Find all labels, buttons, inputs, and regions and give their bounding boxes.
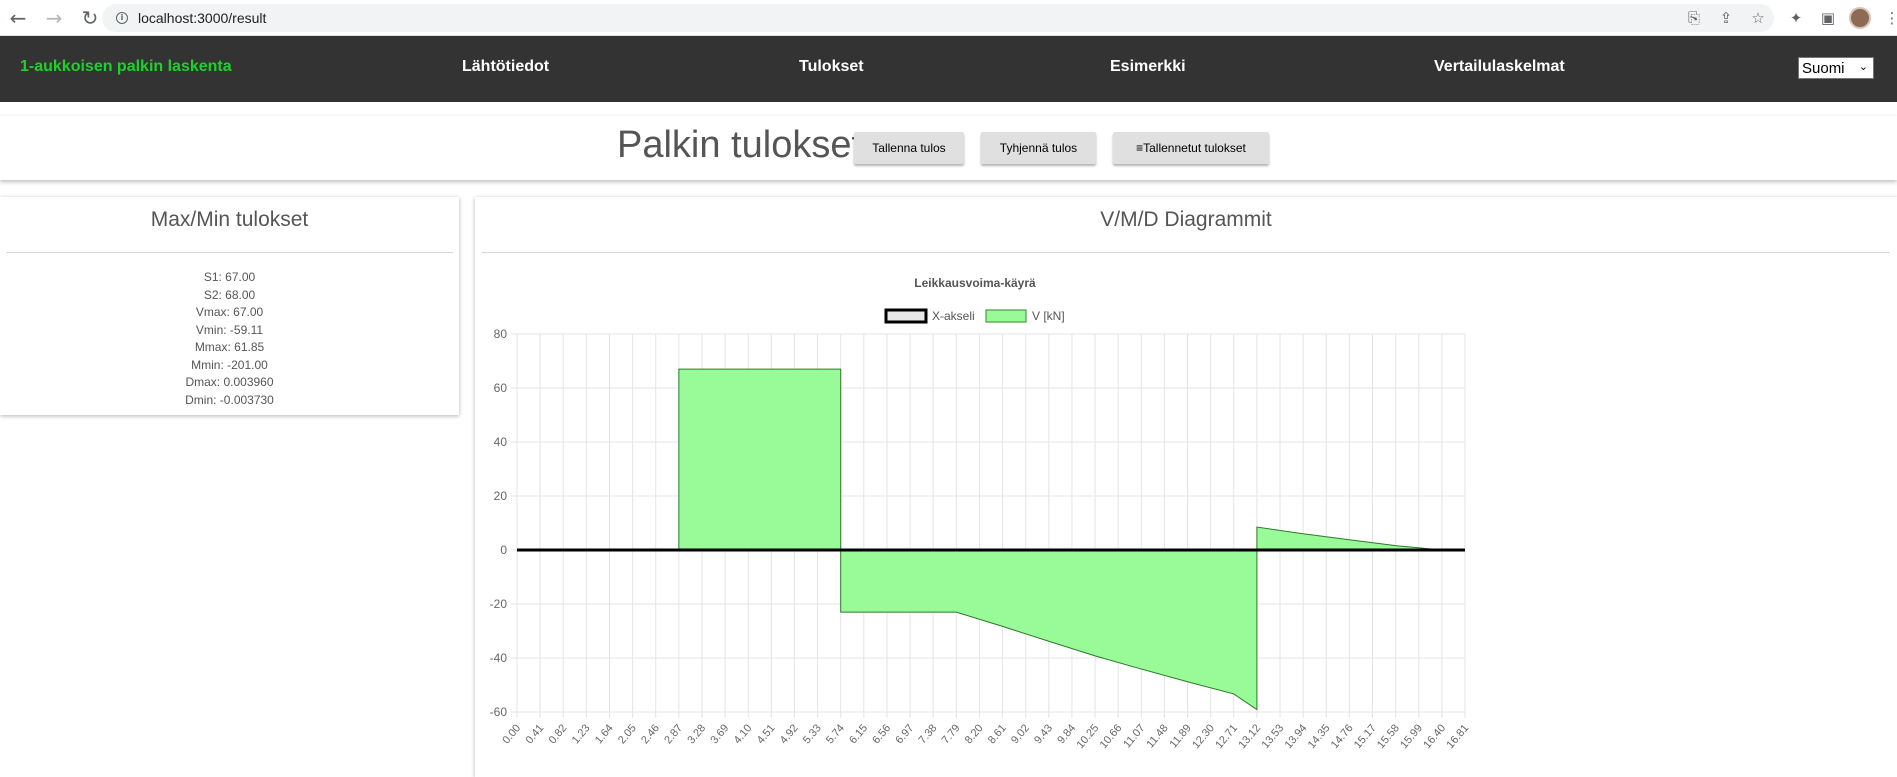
maxmin-card: Max/Min tulokset S1: 67.00 S2: 68.00 Vma…	[0, 197, 459, 415]
series-area-v	[517, 368, 1465, 711]
language-select[interactable]: Suomi ⌄	[1798, 57, 1874, 79]
clear-result-button[interactable]: Tyhjennä tulos	[981, 132, 1096, 164]
x-tick-label: 7.79	[940, 722, 963, 746]
x-tick-label: 0.82	[547, 722, 570, 746]
y-tick-label: 20	[494, 489, 508, 503]
y-tick-label: 60	[494, 381, 508, 395]
x-tick-label: 5.33	[801, 722, 824, 746]
x-tick-label: 11.07	[1121, 722, 1147, 750]
x-tick-label: 3.69	[708, 722, 731, 746]
y-tick-label: 40	[494, 435, 508, 449]
x-tick-label: 15.99	[1398, 722, 1425, 751]
page-title: Palkin tulokset	[617, 124, 863, 166]
x-tick-label: 6.56	[870, 722, 893, 746]
x-tick-label: 9.02	[1009, 722, 1032, 746]
x-tick-label: 2.46	[639, 722, 662, 746]
chevron-down-icon: ⌄	[1858, 60, 1868, 73]
browser-menu-icon[interactable]: ⋮	[1876, 9, 1897, 27]
result-dmax: Dmax: 0.003960	[185, 375, 274, 389]
result-vmin: Vmin: -59.11	[195, 322, 264, 337]
x-tick-label: 3.28	[685, 722, 708, 746]
x-tick-label: 14.76	[1329, 722, 1356, 751]
x-tick-label: 1.23	[570, 722, 593, 746]
x-tick-label: 11.48	[1144, 722, 1170, 750]
x-tick-label: 1.64	[593, 722, 616, 746]
legend-swatch-x-axis	[884, 308, 928, 324]
x-tick-label: 2.87	[662, 722, 685, 746]
x-tick-label: 9.43	[1032, 722, 1055, 746]
x-tick-label: 8.20	[963, 722, 986, 746]
y-tick-label: -60	[490, 705, 508, 719]
url-text[interactable]: localhost:3000/result	[138, 10, 266, 26]
x-tick-label: 10.66	[1098, 722, 1125, 751]
x-tick-label: 15.17	[1352, 722, 1379, 751]
save-result-button[interactable]: Tallenna tulos	[854, 132, 964, 164]
x-tick-label: 0.00	[500, 722, 523, 746]
maxmin-title: Max/Min tulokset	[150, 208, 309, 231]
results-header: Palkin tulokset Tallenna tulos Tyhjennä …	[0, 116, 1897, 180]
x-tick-label: 7.38	[917, 722, 940, 746]
profile-avatar[interactable]	[1849, 7, 1871, 29]
shear-force-chart: Leikkausvoima-käyrä X-akseli V [kN] 80 60 40 2…	[490, 276, 1472, 751]
x-tick-label: 14.35	[1306, 722, 1333, 751]
legend-swatch-v	[985, 309, 1027, 323]
bookmark-star-icon[interactable]: ☆	[1742, 9, 1774, 27]
x-tick-label: 2.05	[616, 722, 639, 746]
x-tick-label: 0.41	[523, 722, 546, 746]
saved-results-button[interactable]: ≡Tallennetut tulokset	[1113, 132, 1269, 164]
nav-link-tulokset[interactable]: Tulokset	[799, 58, 864, 76]
x-tick-label: 4.10	[732, 722, 755, 746]
back-icon[interactable]: ←	[0, 0, 36, 36]
legend-label-v: V [kN]	[1032, 309, 1065, 323]
extensions-icon[interactable]: ✦	[1780, 9, 1812, 27]
share-icon[interactable]: ⇪	[1710, 9, 1742, 27]
x-tick-label: 12.30	[1190, 722, 1217, 751]
nav-link-lahtotiedot[interactable]: Lähtötiedot	[462, 58, 549, 76]
x-tick-label: 10.25	[1074, 722, 1101, 751]
x-tick-label: 4.92	[778, 722, 801, 746]
address-bar[interactable]: i localhost:3000/result ⎘ ⇪ ☆	[102, 4, 1774, 32]
forward-icon[interactable]: →	[36, 0, 72, 36]
legend-label-x-axis: X-akseli	[932, 309, 975, 323]
x-tick-label: 15.58	[1375, 722, 1402, 751]
x-tick-label: 12.71	[1213, 722, 1240, 751]
nav-link-esimerkki[interactable]: Esimerkki	[1110, 58, 1186, 76]
result-s1: S1: 67.00	[203, 270, 256, 284]
x-tick-label: 6.15	[847, 722, 870, 746]
x-tick-label: 13.53	[1259, 722, 1286, 751]
result-mmax: Mmax: 61.85	[194, 340, 265, 354]
x-tick-label: 6.97	[893, 722, 916, 746]
x-tick-label: 5.74	[824, 722, 847, 746]
y-tick-label: -40	[490, 651, 508, 665]
x-tick-label: 11.89	[1167, 722, 1193, 750]
result-s2: S2: 68.00	[203, 287, 256, 302]
side-panel-icon[interactable]: ▣	[1812, 9, 1844, 27]
result-mmin: Mmin: -201.00	[191, 357, 268, 372]
chart-title: Leikkausvoima-käyrä	[914, 276, 1036, 290]
y-tick-label: -20	[490, 597, 508, 611]
nav-link-vertailulaskelmat[interactable]: Vertailulaskelmat	[1434, 58, 1565, 76]
language-value: Suomi	[1802, 59, 1845, 77]
x-tick-label: 16.40	[1421, 722, 1448, 751]
site-info-icon[interactable]: i	[116, 12, 128, 24]
app-navbar: 1-aukkoisen palkin laskenta Lähtötiedot …	[0, 36, 1897, 102]
result-dmin: Dmin: -0.003730	[185, 392, 274, 407]
y-tick-label: 80	[494, 327, 508, 341]
result-vmax: Vmax: 67.00	[195, 305, 264, 319]
y-tick-label: 0	[500, 543, 507, 557]
diagrams-card: V/M/D Diagrammit Leikkausvoima-käyrä X-ak…	[475, 197, 1897, 777]
x-tick-label: 13.94	[1283, 722, 1310, 751]
brand-link[interactable]: 1-aukkoisen palkin laskenta	[20, 58, 232, 76]
translate-icon[interactable]: ⎘	[1678, 9, 1710, 27]
browser-toolbar: ← → ↻ i localhost:3000/result ⎘ ⇪ ☆ ✦ ▣ …	[0, 0, 1897, 36]
x-tick-label: 13.12	[1236, 722, 1263, 751]
x-tick-label: 4.51	[755, 722, 778, 746]
x-tick-label: 8.61	[986, 722, 1009, 746]
x-tick-label: 16.81	[1444, 722, 1471, 751]
maxmin-list: S1: 67.00 S2: 68.00 Vmax: 67.00 Vmin: -5…	[0, 253, 459, 409]
